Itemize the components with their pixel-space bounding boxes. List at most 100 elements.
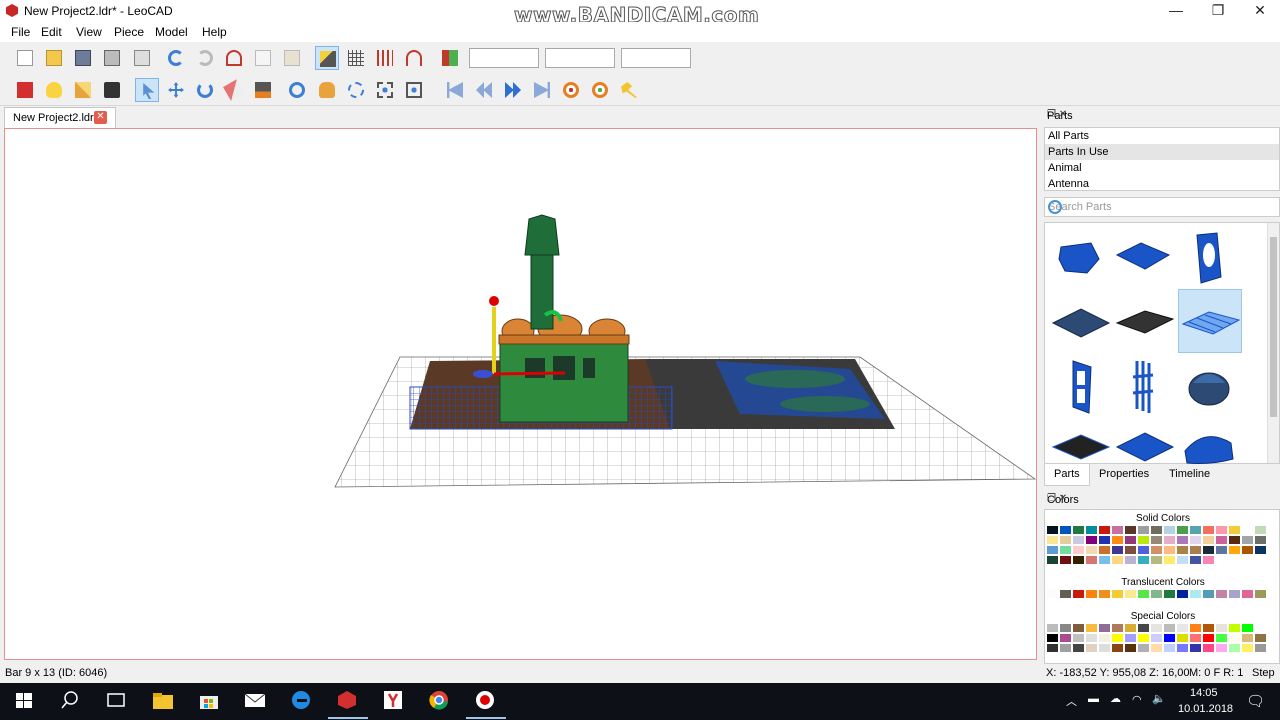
color-swatch[interactable] bbox=[1241, 525, 1254, 535]
part-thumbnail[interactable] bbox=[1047, 225, 1111, 289]
color-swatch[interactable] bbox=[1072, 633, 1085, 643]
color-swatch[interactable] bbox=[1163, 545, 1176, 555]
category-item[interactable]: Parts In Use bbox=[1045, 144, 1279, 160]
insert-step-button[interactable] bbox=[588, 78, 612, 102]
color-swatch[interactable] bbox=[1189, 535, 1202, 545]
taskbar-chrome[interactable] bbox=[428, 690, 452, 712]
color-swatch[interactable] bbox=[1215, 589, 1228, 599]
color-swatch[interactable] bbox=[1215, 643, 1228, 653]
color-swatch[interactable] bbox=[1137, 623, 1150, 633]
part-thumbnail[interactable] bbox=[1175, 353, 1239, 417]
part-thumbnail[interactable] bbox=[1047, 353, 1111, 417]
search-icon[interactable] bbox=[1048, 200, 1062, 214]
color-swatch[interactable] bbox=[1228, 643, 1241, 653]
category-item[interactable]: Antenna bbox=[1045, 176, 1279, 192]
color-swatch[interactable] bbox=[1059, 555, 1072, 565]
tab-properties[interactable]: Properties bbox=[1090, 464, 1158, 486]
volume-icon[interactable]: 🔈 bbox=[1152, 692, 1166, 705]
color-swatch[interactable] bbox=[1241, 535, 1254, 545]
clock-date[interactable]: 10.01.2018 bbox=[1178, 703, 1233, 715]
color-swatch[interactable] bbox=[1059, 643, 1072, 653]
color-swatch[interactable] bbox=[1111, 525, 1124, 535]
color-swatch[interactable] bbox=[1059, 535, 1072, 545]
color-swatch[interactable] bbox=[1046, 555, 1059, 565]
color-swatch[interactable] bbox=[1254, 633, 1267, 643]
previous-step-button[interactable] bbox=[472, 78, 496, 102]
color-swatch[interactable] bbox=[1228, 525, 1241, 535]
color-swatch[interactable] bbox=[1098, 643, 1111, 653]
minimize-button[interactable]: — bbox=[1154, 0, 1198, 22]
spotlight-button[interactable] bbox=[71, 78, 95, 102]
color-swatch[interactable] bbox=[1046, 545, 1059, 555]
panel-float-icon[interactable]: ❐ ✕ bbox=[1047, 109, 1276, 120]
color-swatch[interactable] bbox=[1098, 623, 1111, 633]
color-swatch[interactable] bbox=[1254, 589, 1267, 599]
color-swatch[interactable] bbox=[1124, 525, 1137, 535]
taskbar-file-explorer[interactable] bbox=[152, 690, 176, 712]
color-swatch[interactable] bbox=[1176, 623, 1189, 633]
cloud-icon[interactable]: ☁ bbox=[1110, 692, 1121, 705]
snap-xy-button[interactable] bbox=[344, 46, 368, 70]
color-swatch[interactable] bbox=[1189, 623, 1202, 633]
color-swatch[interactable] bbox=[1202, 623, 1215, 633]
color-swatch[interactable] bbox=[1189, 589, 1202, 599]
color-swatch[interactable] bbox=[1189, 545, 1202, 555]
color-swatch[interactable] bbox=[1228, 535, 1241, 545]
color-swatch[interactable] bbox=[1254, 643, 1267, 653]
color-swatch[interactable] bbox=[1228, 589, 1241, 599]
color-swatch[interactable] bbox=[1085, 643, 1098, 653]
color-swatch[interactable] bbox=[1072, 589, 1085, 599]
taskbar-leocad[interactable] bbox=[328, 690, 368, 719]
notifications-icon[interactable]: 🗨 bbox=[1246, 692, 1265, 710]
color-swatch[interactable] bbox=[1228, 633, 1241, 643]
tab-timeline[interactable]: Timeline bbox=[1160, 464, 1219, 486]
color-swatch[interactable] bbox=[1085, 535, 1098, 545]
color-swatch[interactable] bbox=[1254, 545, 1267, 555]
color-swatch[interactable] bbox=[1046, 633, 1059, 643]
color-swatch[interactable] bbox=[1254, 623, 1267, 633]
print-button[interactable] bbox=[100, 46, 124, 70]
new-button[interactable] bbox=[13, 46, 37, 70]
color-swatch[interactable] bbox=[1228, 623, 1241, 633]
menu-help[interactable]: Help bbox=[202, 25, 227, 39]
color-swatch[interactable] bbox=[1111, 545, 1124, 555]
panel-float-icon[interactable]: ❐ ✕ bbox=[1047, 493, 1276, 504]
color-swatch[interactable] bbox=[1059, 545, 1072, 555]
color-swatch[interactable] bbox=[1202, 525, 1215, 535]
color-swatch[interactable] bbox=[1072, 545, 1085, 555]
taskbar-bandicam[interactable] bbox=[466, 690, 506, 719]
color-swatch[interactable] bbox=[1163, 525, 1176, 535]
start-button[interactable] bbox=[14, 690, 38, 712]
color-swatch[interactable] bbox=[1176, 545, 1189, 555]
color-swatch[interactable] bbox=[1059, 623, 1072, 633]
scrollbar-thumb[interactable] bbox=[1270, 237, 1277, 417]
color-swatch[interactable] bbox=[1124, 633, 1137, 643]
color-swatch[interactable] bbox=[1150, 589, 1163, 599]
color-swatch[interactable] bbox=[1124, 555, 1137, 565]
color-swatch[interactable] bbox=[1111, 633, 1124, 643]
color-swatch[interactable] bbox=[1241, 633, 1254, 643]
print-preview-button[interactable] bbox=[130, 46, 154, 70]
search-button[interactable] bbox=[60, 690, 84, 712]
color-swatch[interactable] bbox=[1241, 643, 1254, 653]
color-swatch[interactable] bbox=[1150, 545, 1163, 555]
color-swatch[interactable] bbox=[1137, 643, 1150, 653]
color-swatch[interactable] bbox=[1098, 555, 1111, 565]
color-swatch[interactable] bbox=[1189, 643, 1202, 653]
color-swatch[interactable] bbox=[1176, 535, 1189, 545]
save-button[interactable] bbox=[71, 46, 95, 70]
taskbar-yandex[interactable] bbox=[382, 690, 406, 712]
next-step-button[interactable] bbox=[501, 78, 525, 102]
part-thumbnail[interactable] bbox=[1111, 353, 1175, 417]
color-swatch[interactable] bbox=[1072, 623, 1085, 633]
color-swatch[interactable] bbox=[1176, 555, 1189, 565]
color-swatch[interactable] bbox=[1111, 623, 1124, 633]
color-swatch[interactable] bbox=[1137, 525, 1150, 535]
menu-edit[interactable]: Edit bbox=[41, 25, 62, 39]
color-swatch[interactable] bbox=[1085, 633, 1098, 643]
color-swatch[interactable] bbox=[1202, 643, 1215, 653]
color-swatch[interactable] bbox=[1150, 535, 1163, 545]
open-button[interactable] bbox=[42, 46, 66, 70]
zoom-extents-button[interactable] bbox=[402, 78, 426, 102]
color-swatch[interactable] bbox=[1072, 525, 1085, 535]
